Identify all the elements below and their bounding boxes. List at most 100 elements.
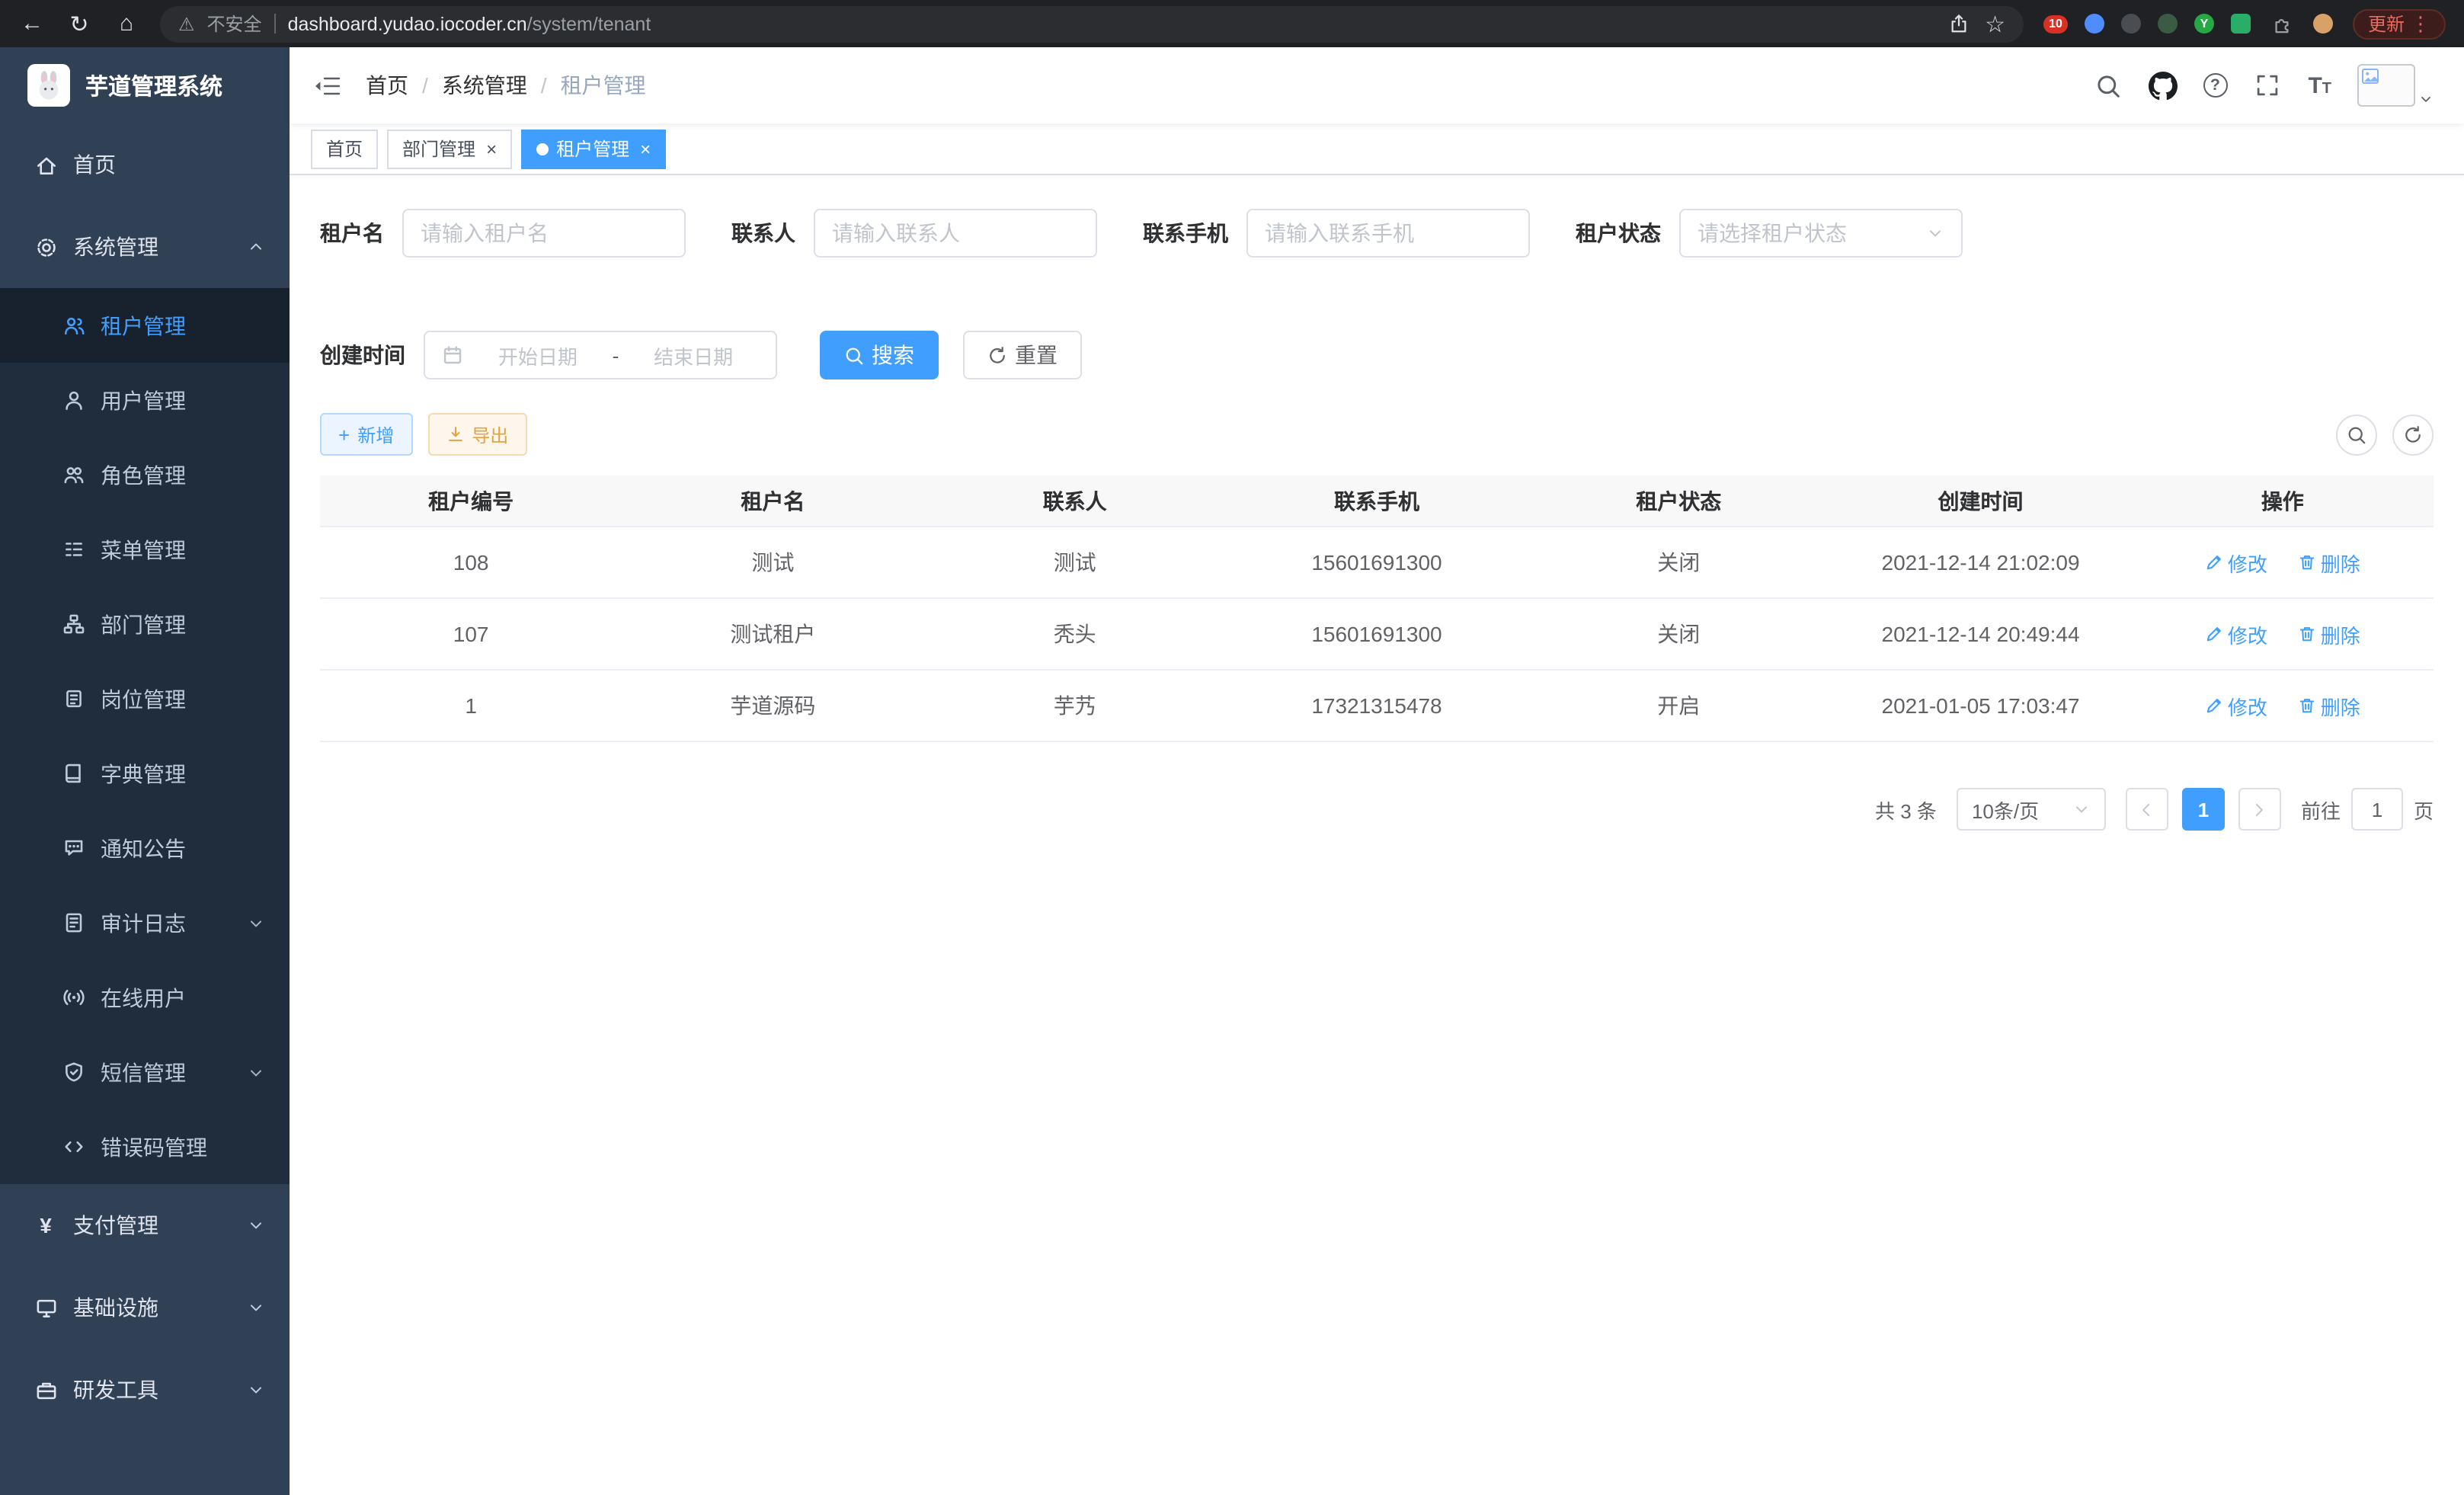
tab-tenant-management[interactable]: 租户管理 × — [521, 129, 666, 168]
collapse-sidebar-icon[interactable] — [314, 74, 341, 97]
help-question-icon[interactable]: ? — [2203, 73, 2227, 98]
toggle-search-button[interactable] — [2336, 414, 2377, 455]
fullscreen-icon[interactable] — [2253, 71, 2282, 100]
not-secure-label[interactable]: 不安全 — [207, 11, 262, 37]
tab-home[interactable]: 首页 — [311, 129, 378, 168]
sidebar-item-post-management[interactable]: 岗位管理 — [0, 661, 290, 736]
status-select[interactable]: 请选择租户状态 — [1679, 209, 1963, 258]
url-text[interactable]: dashboard.yudao.iocoder.cn/system/tenant — [288, 13, 651, 34]
sidebar-item-online-users[interactable]: 在线用户 — [0, 960, 290, 1035]
role-icon — [61, 463, 85, 487]
infrastructure-icon — [34, 1295, 58, 1320]
chevron-down-icon — [247, 1216, 265, 1234]
browser-update-button[interactable]: 更新 ⋮ — [2353, 8, 2446, 39]
topbar: 首页 / 系统管理 / 租户管理 ? — [290, 47, 2464, 123]
home-nav-icon[interactable]: ⌂ — [113, 11, 140, 37]
sidebar-item-menu-management[interactable]: 菜单管理 — [0, 512, 290, 587]
avatar[interactable] — [2357, 64, 2415, 107]
sidebar-item-infrastructure[interactable]: 基础设施 — [0, 1266, 290, 1349]
badge-icon — [61, 687, 85, 711]
font-size-icon[interactable]: TT — [2308, 72, 2331, 98]
page-size-select[interactable]: 10条/页 — [1957, 788, 2106, 831]
filter-form: 租户名 联系人 联系手机 租户状态 请选择租户状态 — [320, 209, 2434, 379]
menu-label: 字典管理 — [101, 758, 186, 789]
logo-image — [27, 64, 70, 107]
sidebar-item-dept-management[interactable]: 部门管理 — [0, 587, 290, 661]
edit-button[interactable]: 修改 — [2205, 548, 2267, 577]
github-icon[interactable] — [2148, 71, 2177, 100]
main-panel: 首页 / 系统管理 / 租户管理 ? — [290, 47, 2464, 1495]
sidebar-item-sms-management[interactable]: 短信管理 — [0, 1035, 290, 1109]
sidebar-item-payment[interactable]: ¥ 支付管理 — [0, 1184, 290, 1266]
add-button[interactable]: + 新增 — [320, 413, 412, 456]
close-icon[interactable]: × — [486, 139, 497, 158]
sidebar-item-audit-log[interactable]: 审计日志 — [0, 885, 290, 960]
address-divider — [274, 14, 276, 34]
tenant-name-input[interactable] — [421, 221, 667, 245]
calendar-icon — [442, 344, 463, 366]
sidebar-item-tenant-management[interactable]: 租户管理 — [0, 288, 290, 363]
contact-mobile-input[interactable] — [1265, 221, 1512, 245]
extension-badge-count[interactable]: 10 — [2043, 14, 2068, 33]
edit-button[interactable]: 修改 — [2205, 619, 2267, 648]
profile-avatar-icon[interactable] — [2313, 14, 2333, 34]
reload-icon[interactable]: ↻ — [66, 10, 93, 37]
sidebar-item-system-management[interactable]: 系统管理 — [0, 206, 290, 288]
sidebar-item-home[interactable]: 首页 — [0, 123, 290, 206]
search-button[interactable]: 搜索 — [820, 331, 939, 379]
date-range-picker[interactable]: 开始日期 - 结束日期 — [424, 331, 777, 379]
reset-button[interactable]: 重置 — [963, 331, 1082, 379]
delete-button[interactable]: 删除 — [2298, 548, 2360, 577]
goto-page-input[interactable] — [2351, 788, 2403, 831]
sms-icon — [61, 1060, 85, 1084]
sidebar-item-user-management[interactable]: 用户管理 — [0, 363, 290, 437]
extension-icon[interactable] — [2121, 14, 2141, 34]
edit-button[interactable]: 修改 — [2205, 691, 2267, 720]
org-tree-icon — [61, 612, 85, 636]
puzzle-extensions-icon[interactable] — [2267, 9, 2296, 38]
back-icon[interactable]: ← — [18, 11, 46, 37]
menu-label: 错误码管理 — [101, 1132, 207, 1162]
extension-icon[interactable] — [2158, 14, 2178, 34]
total-count: 共 3 条 — [1875, 795, 1937, 824]
extension-icon[interactable]: Y — [2194, 14, 2214, 34]
toolbar-right — [2336, 414, 2434, 455]
cell-created: 2021-01-05 17:03:47 — [1829, 693, 2131, 718]
url-domain: dashboard.yudao.iocoder.cn — [288, 13, 527, 34]
prev-page-button[interactable] — [2126, 788, 2168, 831]
extension-icon[interactable] — [2085, 14, 2104, 34]
cell-actions: 修改 删除 — [2132, 619, 2434, 648]
sidebar-logo[interactable]: 芋道管理系统 — [0, 47, 290, 123]
plus-icon: + — [338, 423, 350, 446]
close-icon[interactable]: × — [640, 139, 651, 158]
contact-name-input[interactable] — [832, 221, 1079, 245]
sidebar-item-notice[interactable]: 通知公告 — [0, 811, 290, 885]
breadcrumb-home[interactable]: 首页 — [366, 70, 408, 101]
extension-icon[interactable] — [2231, 14, 2251, 34]
sidebar-item-devtools[interactable]: 研发工具 — [0, 1349, 290, 1431]
export-button-label: 导出 — [472, 421, 508, 447]
delete-button[interactable]: 删除 — [2298, 619, 2360, 648]
refresh-button[interactable] — [2392, 414, 2434, 455]
menu-label: 菜单管理 — [101, 534, 186, 565]
chevron-down-icon — [2072, 800, 2091, 818]
delete-button[interactable]: 删除 — [2298, 691, 2360, 720]
tab-dept-management[interactable]: 部门管理 × — [387, 129, 512, 168]
export-button[interactable]: 导出 — [427, 413, 526, 456]
filter-contact-name: 联系人 — [731, 209, 1097, 258]
goto-page: 前往 页 — [2301, 788, 2434, 831]
address-bar[interactable]: ⚠ 不安全 dashboard.yudao.iocoder.cn/system/… — [160, 5, 2024, 42]
menu-label: 角色管理 — [101, 459, 186, 490]
next-page-button[interactable] — [2238, 788, 2281, 831]
sidebar-item-role-management[interactable]: 角色管理 — [0, 437, 290, 512]
share-icon[interactable] — [1944, 9, 1973, 38]
user-menu[interactable] — [2357, 64, 2434, 107]
breadcrumb-system[interactable]: 系统管理 — [442, 70, 527, 101]
menu-label: 基础设施 — [73, 1292, 158, 1323]
sidebar: 芋道管理系统 首页 系统管理 租户管理 用户管理 — [0, 47, 290, 1495]
bookmark-star-icon[interactable]: ☆ — [1985, 10, 2005, 37]
sidebar-item-dict-management[interactable]: 字典管理 — [0, 736, 290, 811]
sidebar-item-error-code[interactable]: 错误码管理 — [0, 1109, 290, 1184]
page-number-1[interactable]: 1 — [2182, 788, 2225, 831]
search-icon[interactable] — [2093, 71, 2122, 100]
